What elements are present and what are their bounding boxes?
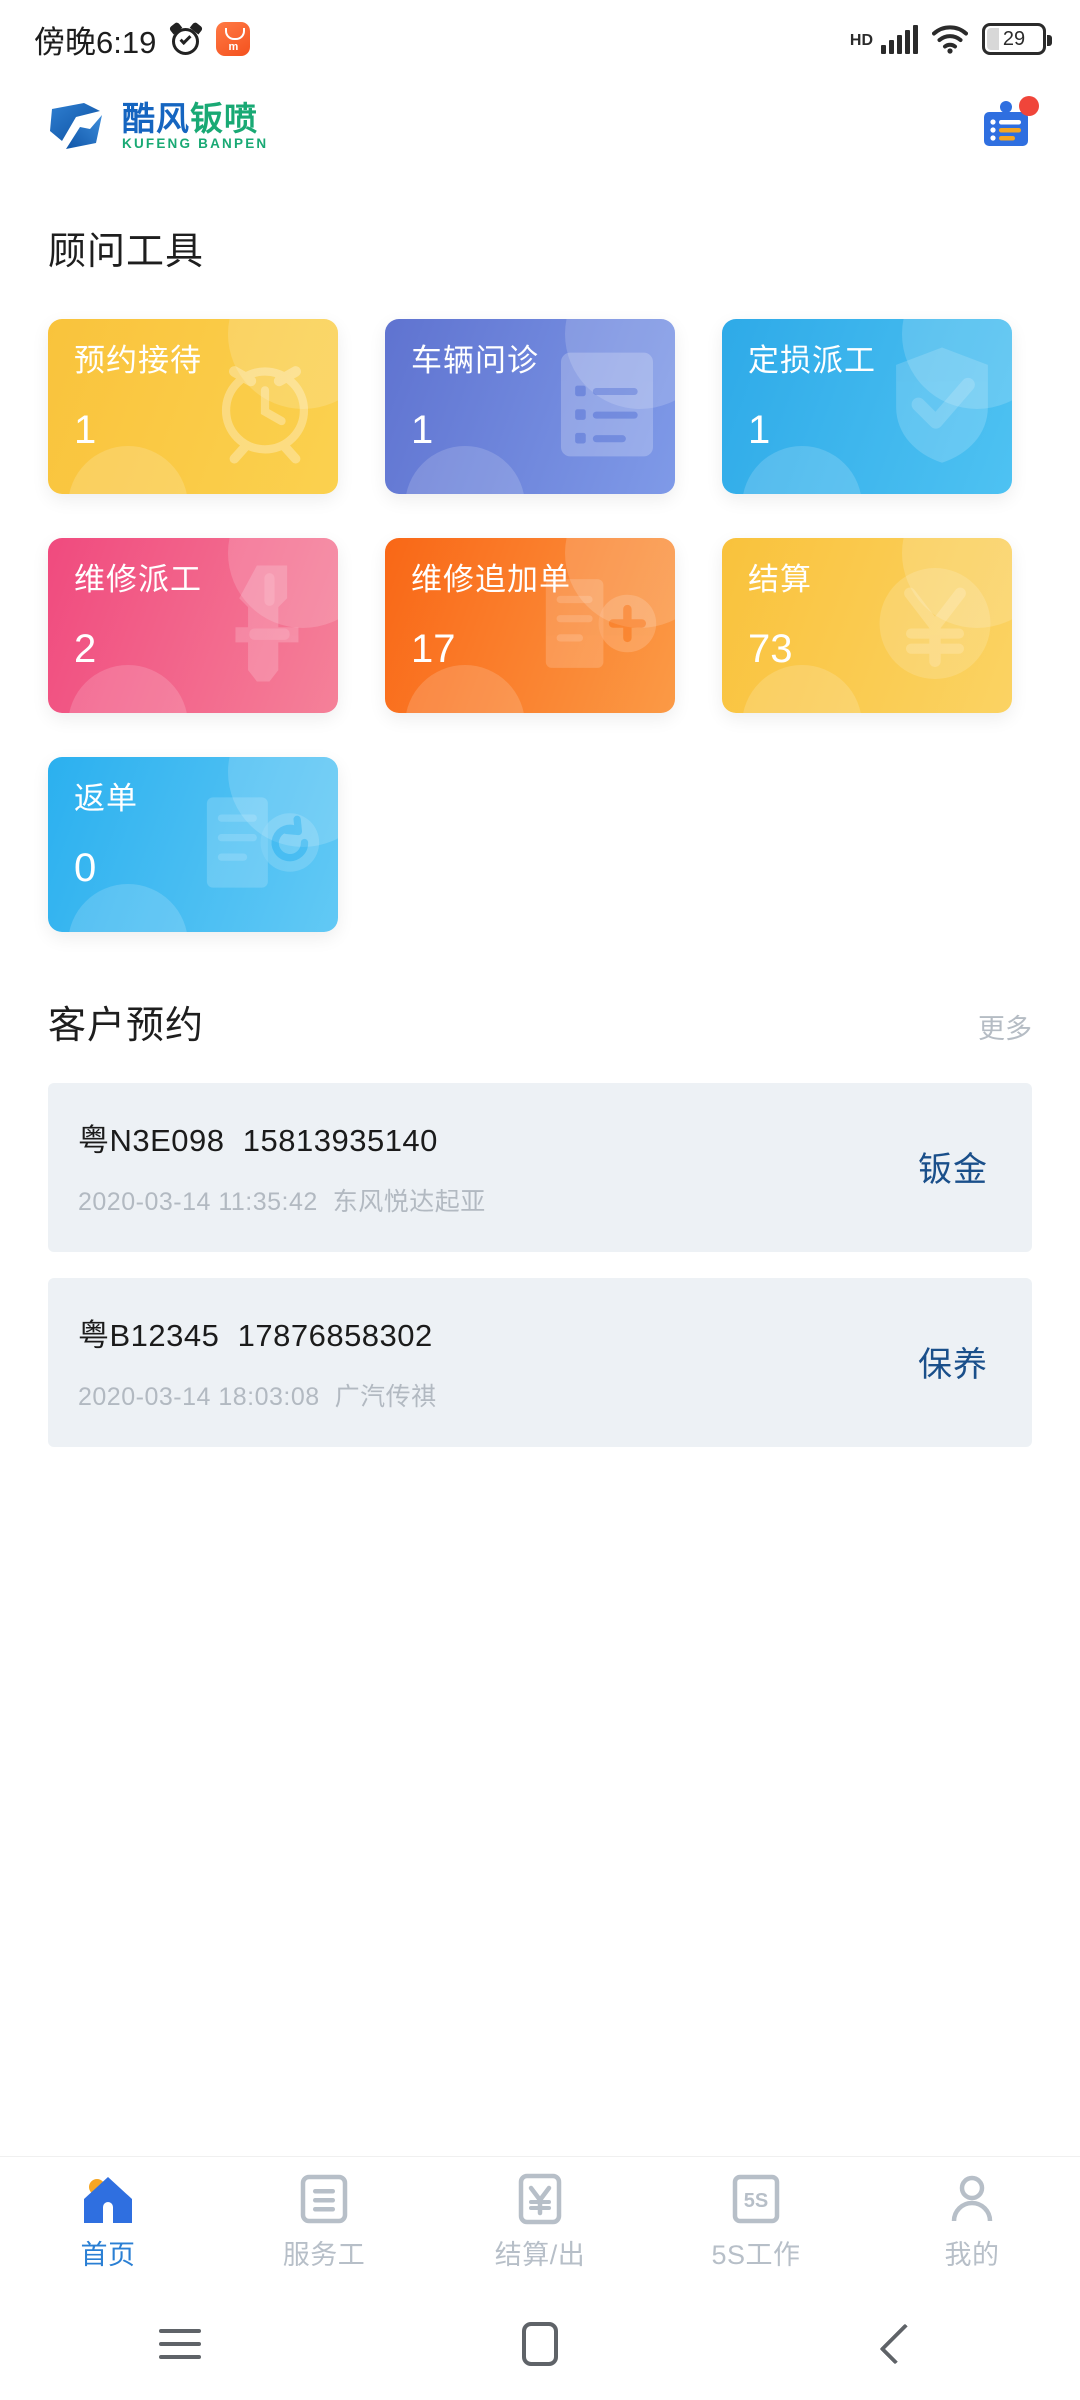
menu-icon — [159, 2329, 201, 2359]
person-icon — [948, 2173, 996, 2225]
card-blob — [405, 665, 525, 713]
app-logo-text: 酷风钣喷 KUFENG BANPEN — [122, 102, 268, 151]
tool-card-value: 1 — [74, 408, 97, 452]
tool-card-value: 73 — [748, 627, 793, 671]
tab-2[interactable]: 服务工 — [216, 2173, 432, 2272]
appointment-service-tag: 钣金 — [918, 1151, 988, 1189]
logo-en: KUFENG BANPEN — [122, 135, 269, 151]
tab-5[interactable]: 我的 — [864, 2173, 1080, 2272]
card-blob — [405, 446, 525, 494]
appointment-datetime: 2020-03-14 18:03:08 — [78, 1383, 320, 1411]
home-icon — [80, 2173, 136, 2225]
appointment-row[interactable]: 粤B12345 17876858302 2020-03-14 18:03:08 广… — [48, 1278, 1032, 1447]
tools-section: 顾问工具 预约接待 1 车辆问诊 1 定损派工 1 维修派工 2 维修追加单 17 结算 73 返单 0 — [0, 220, 1080, 932]
status-bar: 傍晚6:19 HD 29 — [0, 0, 1080, 78]
appointment-phone: 15813935140 — [242, 1123, 438, 1158]
svg-text:5S: 5S — [744, 2190, 768, 2212]
appointment-info: 粤N3E098 15813935140 2020-03-14 11:35:42 东… — [78, 1115, 486, 1218]
appointments-list: 粤N3E098 15813935140 2020-03-14 11:35:42 东… — [48, 1083, 1032, 1447]
tool-card-label: 维修追加单 — [411, 562, 571, 597]
wifi-icon — [932, 24, 968, 54]
notification-dot — [1019, 96, 1039, 116]
cellular-signal-icon — [881, 24, 918, 54]
battery-percent: 29 — [1002, 27, 1026, 50]
tab-4[interactable]: 5S 5S工作 — [648, 2173, 864, 2272]
tool-card-2[interactable]: 车辆问诊 1 — [385, 319, 675, 494]
appointment-row[interactable]: 粤N3E098 15813935140 2020-03-14 11:35:42 东… — [48, 1083, 1032, 1252]
tab-1[interactable]: 首页 — [0, 2173, 216, 2272]
tool-card-label: 预约接待 — [74, 343, 202, 378]
tool-card-value: 0 — [74, 846, 97, 890]
app-header: 酷风钣喷 KUFENG BANPEN — [0, 78, 1080, 174]
appointments-header: 客户预约 更多 — [48, 994, 1032, 1049]
card-blob — [68, 446, 188, 494]
logo-cn-blue: 酷风 — [122, 99, 190, 137]
card-blob — [68, 665, 188, 713]
tool-card-value: 2 — [74, 627, 97, 671]
tool-card-4[interactable]: 维修派工 2 — [48, 538, 338, 713]
appointment-plate: 粤N3E098 — [78, 1123, 225, 1158]
appointments-section: 客户预约 更多 粤N3E098 15813935140 2020-03-14 11… — [0, 994, 1080, 1447]
tools-grid: 预约接待 1 车辆问诊 1 定损派工 1 维修派工 2 维修追加单 17 结算 73 返单 0 — [48, 319, 1032, 932]
appointment-datetime: 2020-03-14 11:35:42 — [78, 1188, 318, 1216]
appointment-phone: 17876858302 — [237, 1318, 433, 1353]
appointments-more-link[interactable]: 更多 — [978, 1007, 1032, 1046]
tool-card-label: 返单 — [74, 781, 138, 816]
document-icon — [299, 2173, 349, 2225]
five-s-icon: 5S — [731, 2173, 781, 2225]
tool-card-label: 维修派工 — [74, 562, 202, 597]
task-board-icon[interactable] — [980, 96, 1039, 152]
yuan-note-icon — [517, 2173, 563, 2225]
tool-card-value: 1 — [411, 408, 434, 452]
tab-3[interactable]: 结算/出 — [432, 2173, 648, 2272]
home-button[interactable] — [360, 2322, 720, 2366]
tool-card-7[interactable]: 返单 0 — [48, 757, 338, 932]
tool-card-value: 1 — [748, 408, 771, 452]
android-system-nav — [0, 2288, 1080, 2400]
tool-card-label: 车辆问诊 — [411, 343, 539, 378]
back-chevron-icon — [879, 2323, 921, 2365]
alarm-clock-icon — [169, 21, 204, 56]
status-bar-right: HD 29 — [849, 23, 1052, 55]
appointment-brand: 广汽传祺 — [334, 1383, 437, 1411]
tool-card-1[interactable]: 预约接待 1 — [48, 319, 338, 494]
tool-card-label: 结算 — [748, 562, 812, 597]
card-blob — [68, 884, 188, 932]
hd-label: HD — [849, 32, 873, 49]
tools-section-title: 顾问工具 — [48, 231, 205, 273]
appointment-plate-phone: 粤N3E098 15813935140 — [78, 1115, 486, 1160]
appointment-plate-phone: 粤B12345 17876858302 — [78, 1310, 437, 1355]
card-blob — [742, 446, 862, 494]
tab-label: 结算/出 — [494, 2240, 586, 2270]
battery-icon: 29 — [982, 23, 1052, 55]
appointment-brand: 东风悦达起亚 — [332, 1188, 486, 1216]
card-blob — [742, 665, 862, 713]
recents-button[interactable] — [0, 2329, 360, 2359]
tool-card-value: 17 — [411, 627, 456, 671]
tab-label: 服务工 — [282, 2240, 366, 2270]
tool-card-6[interactable]: 结算 73 — [722, 538, 1012, 713]
status-bar-left: 傍晚6:19 — [34, 17, 251, 62]
bottom-tab-bar: 首页 服务工 结算/出 5S 5S工作 我的 — [0, 2156, 1080, 2288]
tab-label: 首页 — [80, 2240, 136, 2270]
appointments-section-title: 客户预约 — [48, 1005, 205, 1047]
logo-cn-green: 钣喷 — [190, 99, 258, 137]
appointment-info: 粤B12345 17876858302 2020-03-14 18:03:08 广… — [78, 1310, 437, 1413]
square-icon — [522, 2322, 558, 2366]
kufeng-logo-mark-icon — [46, 97, 108, 155]
appointment-plate: 粤B12345 — [78, 1318, 220, 1353]
appointment-meta: 2020-03-14 18:03:08 广汽传祺 — [78, 1377, 437, 1413]
tool-card-label: 定损派工 — [748, 343, 876, 378]
appointment-meta: 2020-03-14 11:35:42 东风悦达起亚 — [78, 1182, 486, 1218]
app-screen: 傍晚6:19 HD 29 — [0, 0, 1080, 2400]
tab-label: 我的 — [944, 2240, 1000, 2270]
tool-card-5[interactable]: 维修追加单 17 — [385, 538, 675, 713]
status-time: 傍晚6:19 — [34, 24, 157, 60]
appointment-service-tag: 保养 — [918, 1346, 988, 1384]
tool-card-3[interactable]: 定损派工 1 — [722, 319, 1012, 494]
xiaomi-store-icon — [216, 22, 251, 56]
app-logo: 酷风钣喷 KUFENG BANPEN — [46, 97, 268, 155]
back-button[interactable] — [720, 2323, 1080, 2365]
tab-label: 5S工作 — [711, 2240, 801, 2270]
